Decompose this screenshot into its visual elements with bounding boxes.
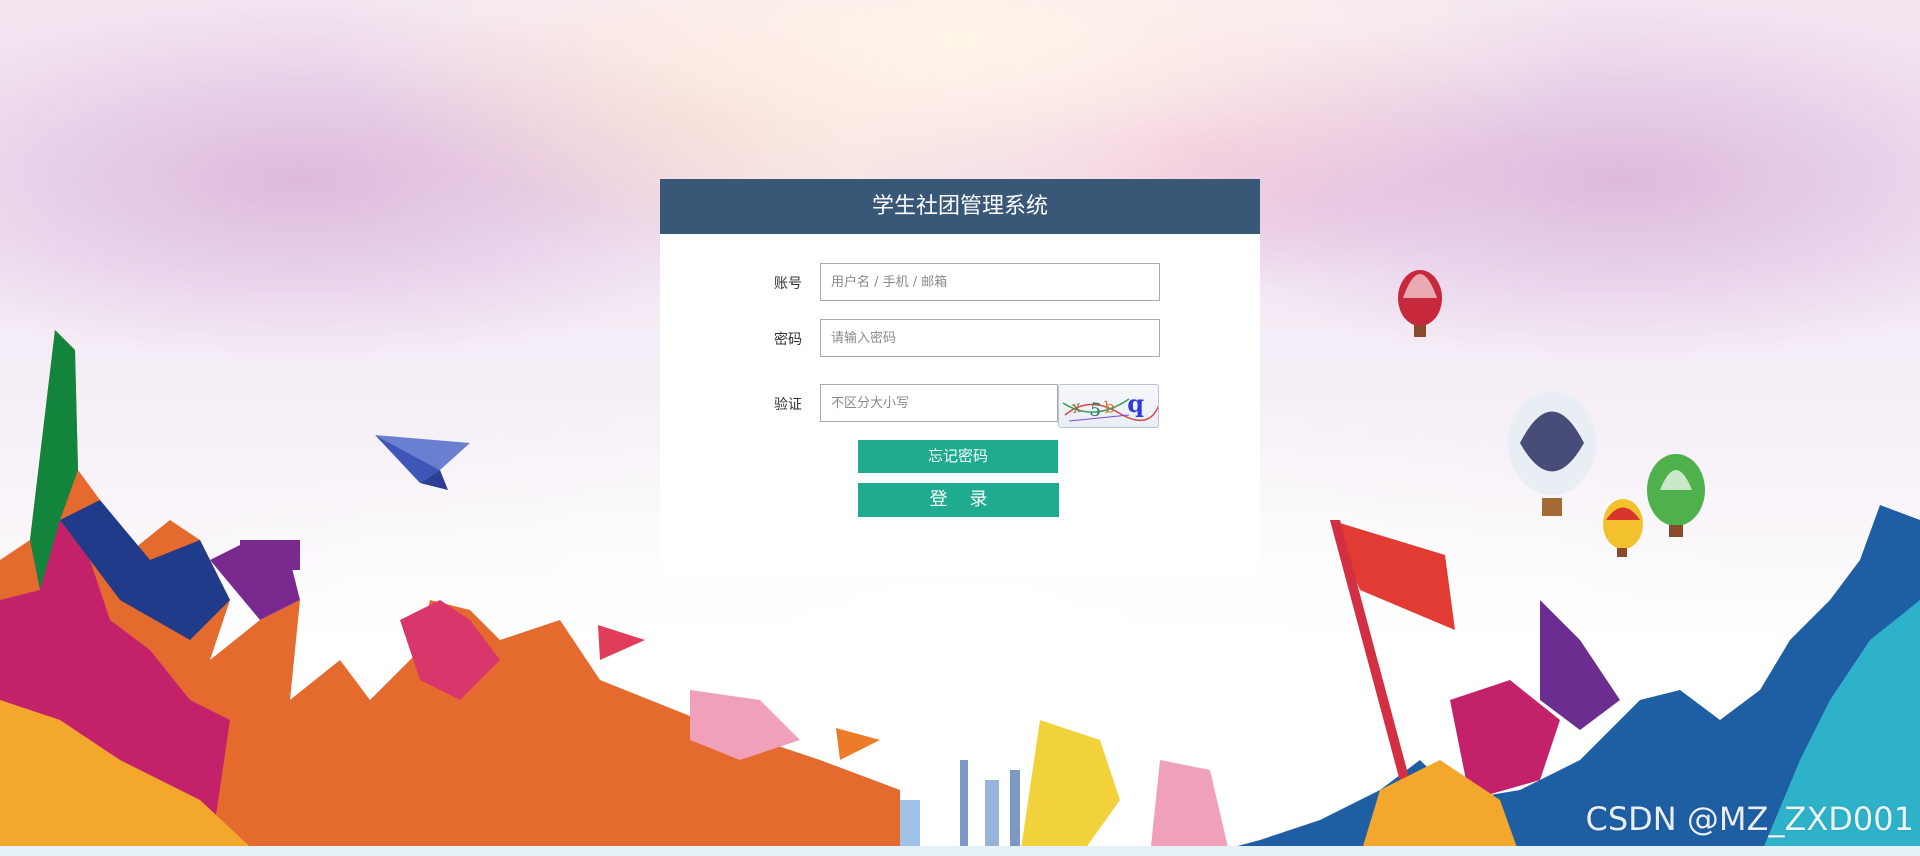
svg-text:x: x [1070, 397, 1082, 417]
password-label: 密码 [774, 332, 802, 348]
hot-air-balloon-icon [1398, 270, 1442, 337]
hot-air-balloon-icon [1603, 499, 1643, 557]
login-page: 学生社团管理系统 账号 密码 验证 x 5 b q 忘记密码 登录 CSDN @… [0, 0, 1920, 856]
captcha-input[interactable] [820, 384, 1058, 422]
city-skyline [900, 760, 1020, 856]
captcha-visible-char: q [1127, 389, 1144, 418]
watermark-text: CSDN @MZ_ZXD001 [1585, 800, 1915, 838]
page-title: 学生社团管理系统 [660, 179, 1260, 234]
captcha-image[interactable]: x 5 b q [1058, 384, 1159, 428]
login-button[interactable]: 登录 [858, 483, 1059, 517]
svg-text:b: b [1103, 397, 1115, 417]
captcha-label: 验证 [774, 397, 802, 413]
hot-air-balloon-icon [1508, 391, 1596, 516]
page-bottom-strip [0, 846, 1920, 856]
password-input[interactable] [820, 319, 1160, 357]
login-panel: 学生社团管理系统 账号 密码 验证 x 5 b q 忘记密码 登录 [660, 179, 1260, 574]
paper-plane-icon [375, 435, 470, 490]
hot-air-balloon-icon [1647, 454, 1705, 537]
account-label: 账号 [774, 276, 802, 292]
account-input[interactable] [820, 263, 1160, 301]
captcha-noise: x 5 b [1062, 397, 1158, 422]
forgot-password-button[interactable]: 忘记密码 [858, 440, 1058, 473]
